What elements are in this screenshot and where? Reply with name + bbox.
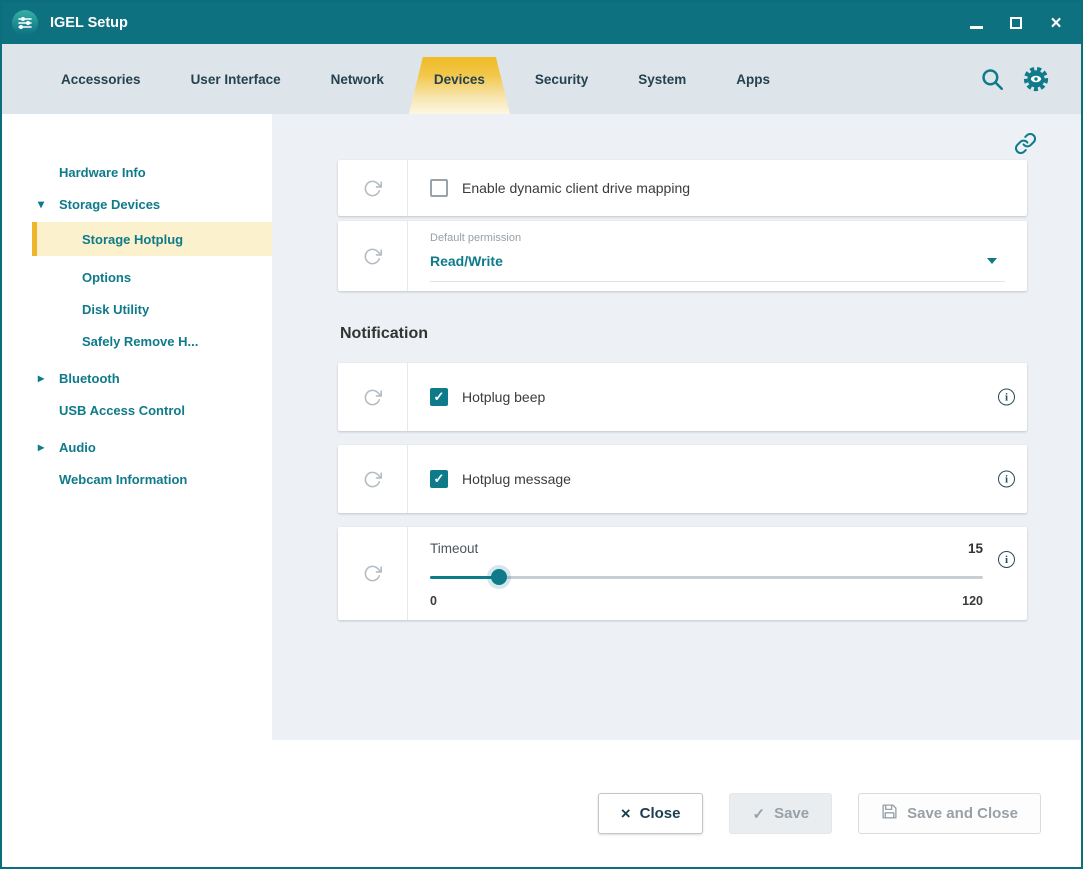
sidebar-item-storage-devices[interactable]: ▾ Storage Devices bbox=[2, 188, 272, 220]
footer-bar: × Close ✓ Save Save and Close bbox=[2, 740, 1081, 867]
minimize-button[interactable] bbox=[959, 8, 993, 38]
dynamic-mapping-checkbox[interactable] bbox=[430, 179, 448, 197]
close-window-button[interactable]: × bbox=[1039, 8, 1073, 38]
setting-card-default-permission: Default permission Read/Write bbox=[338, 221, 1027, 291]
check-icon: ✓ bbox=[752, 805, 765, 823]
timeout-label: Timeout bbox=[430, 541, 478, 556]
save-button[interactable]: ✓ Save bbox=[729, 793, 832, 834]
hotplug-message-label: Hotplug message bbox=[462, 471, 571, 487]
maximize-button[interactable] bbox=[999, 8, 1033, 38]
default-permission-label: Default permission bbox=[430, 232, 1005, 244]
chevron-right-icon[interactable]: ▸ bbox=[38, 440, 44, 454]
default-permission-value: Read/Write bbox=[430, 253, 503, 269]
slider-track[interactable] bbox=[430, 576, 983, 579]
close-icon: × bbox=[1050, 14, 1061, 33]
timeout-min: 0 bbox=[430, 594, 437, 608]
timeout-slider-fill bbox=[430, 576, 499, 579]
setting-card-timeout: Timeout 15 0 120 i bbox=[338, 527, 1027, 620]
tab-devices[interactable]: Devices bbox=[409, 44, 510, 114]
sidebar-item-options[interactable]: Options bbox=[2, 261, 272, 293]
chevron-down-icon[interactable]: ▾ bbox=[38, 197, 44, 211]
sidebar-item-hardware-info[interactable]: Hardware Info bbox=[2, 156, 272, 188]
sidebar-item-disk-utility[interactable]: Disk Utility bbox=[2, 293, 272, 325]
sidebar-item-usb-access-control[interactable]: USB Access Control bbox=[2, 394, 272, 426]
chevron-right-icon[interactable]: ▸ bbox=[38, 371, 44, 385]
reset-icon[interactable] bbox=[338, 160, 408, 216]
tabbar-tools bbox=[979, 44, 1081, 114]
timeout-slider-thumb[interactable] bbox=[491, 569, 507, 585]
hotplug-beep-label: Hotplug beep bbox=[462, 389, 545, 405]
tab-security[interactable]: Security bbox=[510, 44, 613, 114]
timeout-max: 120 bbox=[962, 594, 983, 608]
sidebar-item-safely-remove[interactable]: Safely Remove H... bbox=[2, 325, 272, 357]
check-icon: ✓ bbox=[434, 389, 445, 405]
gear-eye-icon[interactable] bbox=[1021, 64, 1051, 94]
maximize-icon bbox=[1010, 17, 1022, 29]
hotplug-message-checkbox[interactable]: ✓ bbox=[430, 470, 448, 488]
link-icon[interactable] bbox=[1014, 132, 1037, 160]
check-icon: ✓ bbox=[434, 471, 445, 487]
reset-icon[interactable] bbox=[338, 445, 408, 513]
reset-icon[interactable] bbox=[338, 363, 408, 431]
settings-panel: Enable dynamic client drive mapping Defa… bbox=[272, 114, 1081, 740]
save-and-close-button[interactable]: Save and Close bbox=[858, 793, 1041, 834]
tab-network[interactable]: Network bbox=[306, 44, 409, 114]
title-bar: IGEL Setup × bbox=[2, 2, 1081, 44]
reset-icon[interactable] bbox=[338, 527, 408, 620]
sidebar-item-storage-hotplug[interactable]: Storage Hotplug bbox=[32, 222, 272, 256]
hotplug-beep-checkbox[interactable]: ✓ bbox=[430, 388, 448, 406]
sidebar-item-bluetooth[interactable]: ▸ Bluetooth bbox=[2, 362, 272, 394]
default-permission-select[interactable]: Read/Write bbox=[430, 249, 1005, 282]
setting-card-hotplug-message: ✓ Hotplug message i bbox=[338, 445, 1027, 513]
dropdown-caret-icon bbox=[987, 258, 997, 264]
reset-icon[interactable] bbox=[338, 221, 408, 291]
window-controls: × bbox=[959, 8, 1073, 38]
window-title: IGEL Setup bbox=[50, 15, 128, 31]
sidebar-item-webcam-information[interactable]: Webcam Information bbox=[2, 463, 272, 495]
tab-accessories[interactable]: Accessories bbox=[36, 44, 166, 114]
close-button[interactable]: × Close bbox=[598, 793, 704, 834]
info-icon[interactable]: i bbox=[998, 471, 1015, 488]
minimize-icon bbox=[970, 26, 983, 29]
setting-card-dynamic-mapping: Enable dynamic client drive mapping bbox=[338, 160, 1027, 216]
section-title-notification: Notification bbox=[340, 325, 1027, 343]
save-disk-icon bbox=[881, 803, 898, 824]
igel-logo-icon bbox=[11, 9, 39, 37]
igel-setup-window: IGEL Setup × Accessories User Interface … bbox=[0, 0, 1083, 869]
dynamic-mapping-label: Enable dynamic client drive mapping bbox=[462, 180, 690, 196]
tab-user-interface[interactable]: User Interface bbox=[166, 44, 306, 114]
info-icon[interactable]: i bbox=[998, 389, 1015, 406]
sidebar-item-audio[interactable]: ▸ Audio bbox=[2, 431, 272, 463]
tab-system[interactable]: System bbox=[613, 44, 711, 114]
sidebar: Hardware Info ▾ Storage Devices Storage … bbox=[2, 114, 272, 740]
tab-bar: Accessories User Interface Network Devic… bbox=[2, 44, 1081, 114]
timeout-value: 15 bbox=[968, 541, 983, 556]
timeout-slider[interactable] bbox=[430, 569, 983, 585]
tab-apps[interactable]: Apps bbox=[711, 44, 795, 114]
close-x-icon: × bbox=[621, 805, 631, 822]
setting-card-hotplug-beep: ✓ Hotplug beep i bbox=[338, 363, 1027, 431]
main-area: Hardware Info ▾ Storage Devices Storage … bbox=[2, 114, 1081, 740]
info-icon[interactable]: i bbox=[998, 551, 1015, 568]
search-icon[interactable] bbox=[979, 66, 1005, 92]
